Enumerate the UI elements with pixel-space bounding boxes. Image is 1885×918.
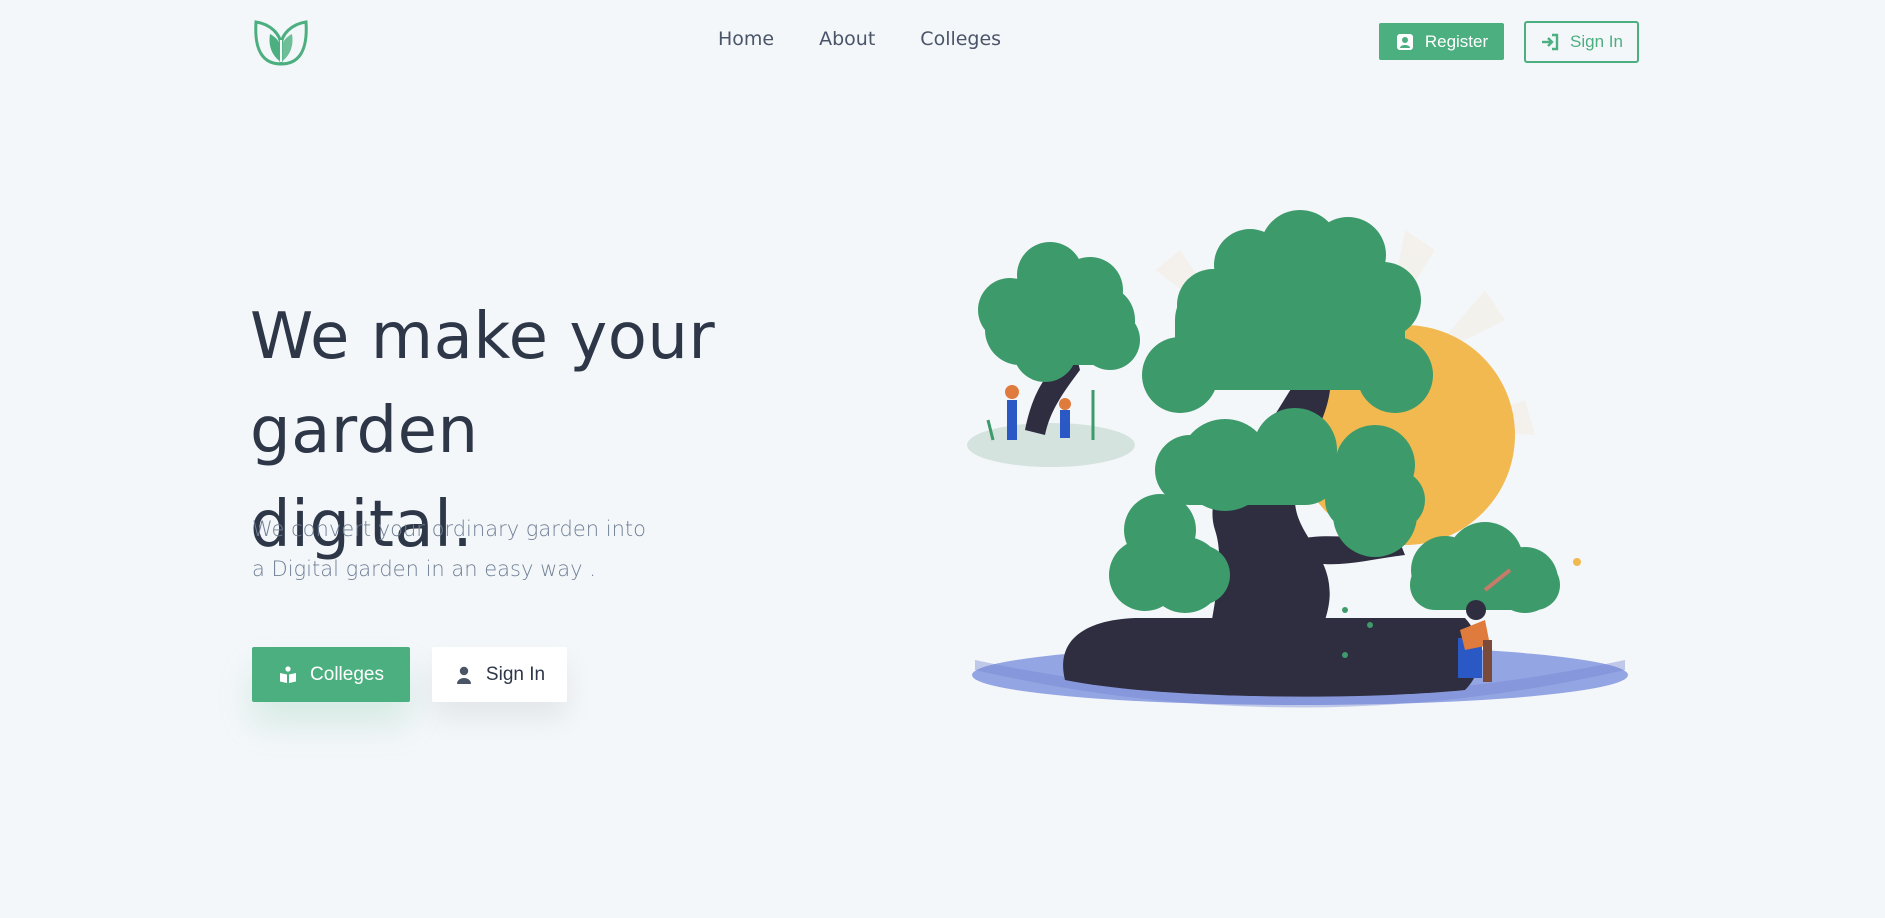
sign-in-icon	[1542, 33, 1559, 51]
hero-title-line1: We make your garden	[250, 300, 716, 468]
hero-subtitle-line2: a Digital garden in an easy way .	[252, 557, 596, 581]
main-nav: Home About Colleges	[718, 28, 1001, 50]
leaf-logo-icon[interactable]	[250, 16, 312, 68]
landing-page: Home About Colleges Register Sign In We …	[0, 0, 1885, 918]
sign-in-nav-button[interactable]: Sign In	[1524, 21, 1639, 63]
garden-tree-illustration	[967, 210, 1628, 708]
hero-subtitle: We convert your ordinary garden into a D…	[252, 509, 732, 589]
user-icon	[456, 666, 471, 684]
book-icon	[280, 665, 297, 683]
nav-link-colleges[interactable]: Colleges	[920, 28, 1001, 50]
register-button[interactable]: Register	[1379, 23, 1504, 60]
nav-link-home[interactable]: Home	[718, 28, 774, 50]
sign-in-hero-button[interactable]: Sign In	[432, 647, 567, 702]
nav-link-about[interactable]: About	[819, 28, 875, 50]
register-button-label: Register	[1424, 31, 1489, 51]
sign-in-nav-label: Sign In	[1570, 32, 1623, 51]
colleges-button[interactable]: Colleges	[252, 647, 410, 702]
sign-in-hero-label: Sign In	[485, 663, 546, 685]
colleges-button-label: Colleges	[310, 663, 384, 685]
user-plus-icon	[1396, 33, 1413, 50]
hero-subtitle-line1: We convert your ordinary garden into	[252, 517, 647, 541]
